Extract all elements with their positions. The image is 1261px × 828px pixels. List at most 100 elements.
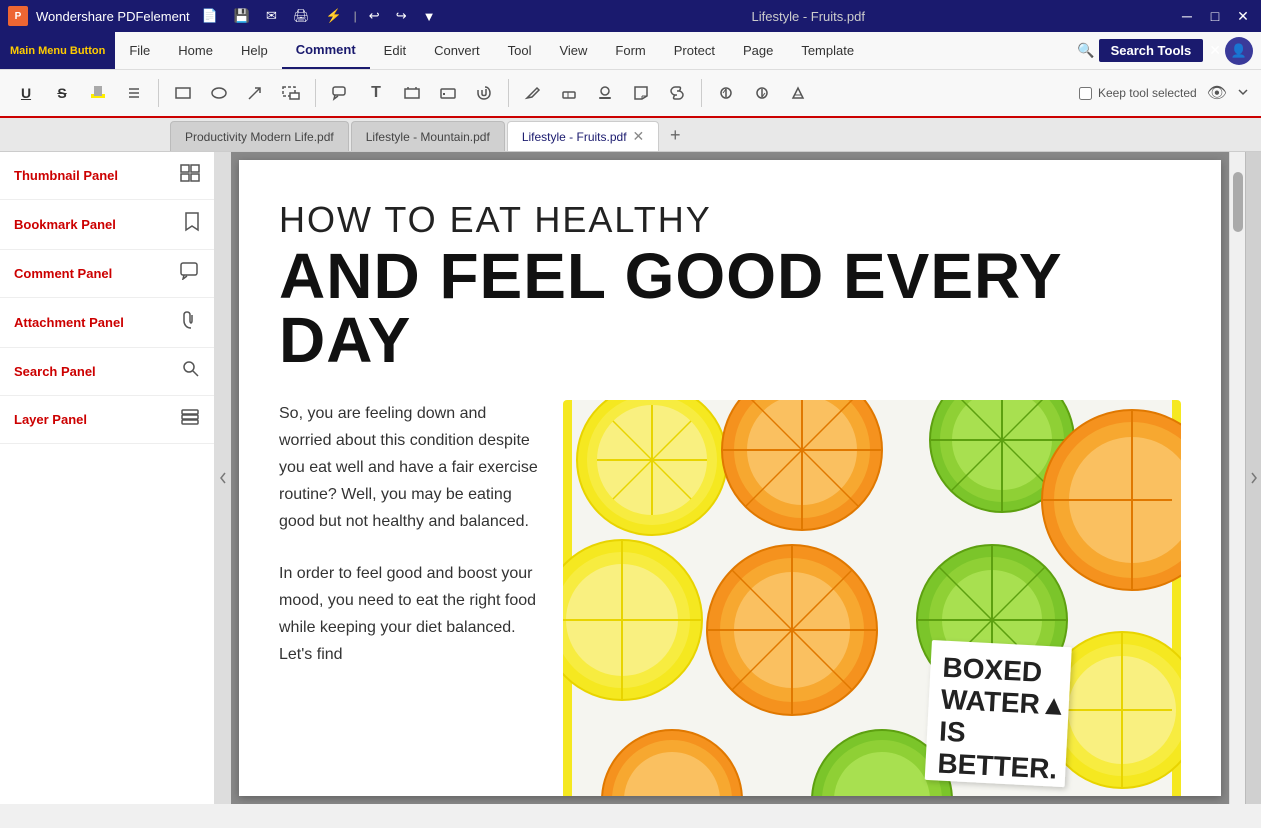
scroll-thumb[interactable]: [1233, 172, 1243, 232]
eye-icon[interactable]: 👁: [1207, 83, 1227, 103]
textbox-tool[interactable]: [396, 77, 428, 109]
add-tab-button[interactable]: +: [661, 121, 689, 149]
tab-productivity[interactable]: Productivity Modern Life.pdf: [170, 121, 349, 151]
search-panel-label: Search Panel: [14, 364, 96, 379]
undo-icon[interactable]: ↩: [365, 6, 384, 26]
menu-search-area: 🔍 Search Tools ✕ 👤: [1077, 37, 1261, 65]
main-layout: Thumbnail Panel Bookmark Panel Comment P…: [0, 152, 1261, 804]
typewriter-tool[interactable]: [432, 77, 464, 109]
search-panel-icon: [182, 360, 200, 383]
save-icon[interactable]: 💾: [230, 6, 254, 26]
menu-form[interactable]: Form: [601, 32, 659, 69]
file-name: Lifestyle - Fruits.pdf: [752, 9, 865, 24]
tool-11[interactable]: [782, 77, 814, 109]
toolbar-collapse[interactable]: [1235, 85, 1251, 101]
link-tool[interactable]: [661, 77, 693, 109]
layer-panel-icon: [180, 408, 200, 431]
pdf-paragraph-1: So, you are feeling down and worried abo…: [279, 400, 539, 536]
bookmark-panel-item[interactable]: Bookmark Panel: [0, 200, 214, 250]
arrow-tool[interactable]: [239, 77, 271, 109]
left-collapse-handle[interactable]: [215, 152, 231, 804]
tab-close-fruits[interactable]: ✕: [633, 128, 645, 145]
spacing-tool[interactable]: [118, 77, 150, 109]
eraser-tool[interactable]: [553, 77, 585, 109]
print-icon[interactable]: 🖨: [289, 6, 314, 26]
maximize-button[interactable]: □: [1205, 6, 1225, 26]
user-avatar[interactable]: 👤: [1225, 37, 1253, 65]
text-tool[interactable]: T: [360, 77, 392, 109]
menu-view[interactable]: View: [545, 32, 601, 69]
right-collapse-handle[interactable]: [1245, 152, 1261, 804]
pdf-paragraph-2: In order to feel good and boost your moo…: [279, 560, 539, 669]
pdf-title-large: AND FEEL GOOD EVERY DAY: [279, 244, 1181, 372]
pencil-tool[interactable]: [517, 77, 549, 109]
file-icon[interactable]: 📄: [198, 6, 222, 26]
highlight-tool[interactable]: [82, 77, 114, 109]
quick-icon[interactable]: ⚡: [321, 6, 345, 26]
layer-panel-label: Layer Panel: [14, 412, 87, 427]
tool-9[interactable]: [710, 77, 742, 109]
main-menu-button[interactable]: Main Menu Button: [0, 32, 115, 69]
comment-panel-item[interactable]: Comment Panel: [0, 250, 214, 298]
pdf-page: HOW TO EAT HEALTHY AND FEEL GOOD EVERY D…: [239, 160, 1221, 796]
underline-tool[interactable]: U: [10, 77, 42, 109]
menu-home[interactable]: Home: [164, 32, 227, 69]
menu-page[interactable]: Page: [729, 32, 787, 69]
minimize-button[interactable]: ─: [1177, 6, 1197, 26]
tab-fruits[interactable]: Lifestyle - Fruits.pdf ✕: [507, 121, 659, 151]
fruit-svg: BOXED WATER▲ IS BETTER.: [563, 400, 1181, 796]
right-scrollbar[interactable]: [1229, 152, 1245, 804]
separator-1: [158, 79, 159, 107]
sticky-tool[interactable]: [625, 77, 657, 109]
attachment-tool[interactable]: [468, 77, 500, 109]
search-tools-button[interactable]: Search Tools: [1099, 39, 1204, 62]
menu-comment[interactable]: Comment: [282, 32, 370, 69]
thumbnail-panel-label: Thumbnail Panel: [14, 168, 118, 183]
keep-tool-checkbox[interactable]: Keep tool selected: [1079, 86, 1197, 100]
tabs-bar: Productivity Modern Life.pdf Lifestyle -…: [0, 118, 1261, 152]
tab-label-1: Productivity Modern Life.pdf: [185, 130, 334, 144]
stamp-tool[interactable]: [589, 77, 621, 109]
thumbnail-panel-icon: [180, 164, 200, 187]
tab-mountain[interactable]: Lifestyle - Mountain.pdf: [351, 121, 505, 151]
search-panel-item[interactable]: Search Panel: [0, 348, 214, 396]
menu-file[interactable]: File: [115, 32, 164, 69]
comment-panel-label: Comment Panel: [14, 266, 112, 281]
layer-panel-item[interactable]: Layer Panel: [0, 396, 214, 444]
attachment-panel-item[interactable]: Attachment Panel: [0, 298, 214, 348]
bookmark-panel-icon: [184, 212, 200, 237]
comment-panel-icon: [180, 262, 200, 285]
menu-edit[interactable]: Edit: [370, 32, 420, 69]
callout-tool[interactable]: [324, 77, 356, 109]
rectangle-tool[interactable]: [167, 77, 199, 109]
separator-2: [315, 79, 316, 107]
bookmark-panel-label: Bookmark Panel: [14, 217, 116, 232]
pdf-text: So, you are feeling down and worried abo…: [279, 400, 539, 669]
region-tool[interactable]: [275, 77, 307, 109]
menu-convert[interactable]: Convert: [420, 32, 494, 69]
email-icon[interactable]: ✉: [262, 6, 281, 26]
app-name: Wondershare PDFelement: [36, 9, 190, 24]
search-icon[interactable]: 🔍: [1077, 42, 1094, 59]
menu-protect[interactable]: Protect: [660, 32, 729, 69]
close-button[interactable]: ✕: [1233, 6, 1253, 26]
pdf-title-small: HOW TO EAT HEALTHY: [279, 200, 1181, 240]
ellipse-tool[interactable]: [203, 77, 235, 109]
keep-tool-input[interactable]: [1079, 87, 1092, 100]
strikethrough-tool[interactable]: S: [46, 77, 78, 109]
keep-tool-label: Keep tool selected: [1098, 86, 1197, 100]
title-bar: P Wondershare PDFelement 📄 💾 ✉ 🖨 ⚡ | ↩ ↪…: [0, 0, 1261, 32]
menu-items: File Home Help Comment Edit Convert Tool…: [115, 32, 868, 69]
tool-10[interactable]: [746, 77, 778, 109]
thumbnail-panel-item[interactable]: Thumbnail Panel: [0, 152, 214, 200]
menu-template[interactable]: Template: [787, 32, 868, 69]
pdf-fruit-image: BOXED WATER▲ IS BETTER.: [563, 400, 1181, 796]
search-tools-close[interactable]: ✕: [1209, 42, 1221, 59]
svg-text:BETTER.: BETTER.: [937, 747, 1058, 784]
menu-help[interactable]: Help: [227, 32, 282, 69]
pdf-body: So, you are feeling down and worried abo…: [279, 400, 1181, 796]
redo-icon[interactable]: ↪: [392, 6, 411, 26]
menu-tool[interactable]: Tool: [494, 32, 546, 69]
dropdown-icon[interactable]: ▼: [419, 7, 440, 26]
left-sidebar: Thumbnail Panel Bookmark Panel Comment P…: [0, 152, 215, 804]
